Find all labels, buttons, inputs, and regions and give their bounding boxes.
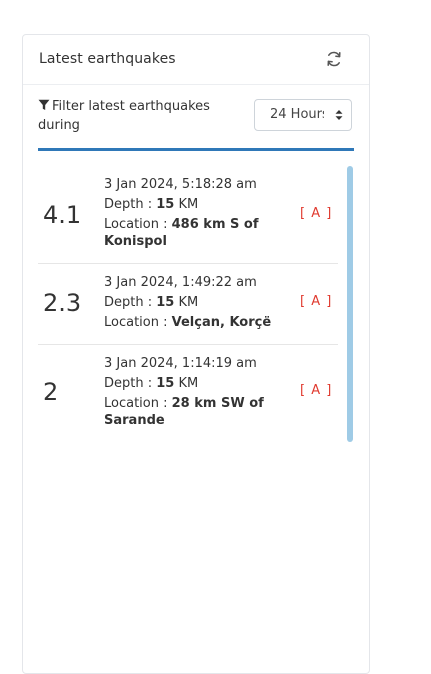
filter-divider [38, 148, 354, 151]
card-title: Latest earthquakes [39, 51, 176, 67]
depth-line: Depth : 15 KM [104, 293, 274, 313]
list-scrollbar[interactable] [347, 166, 353, 442]
depth-line: Depth : 15 KM [104, 374, 274, 394]
location-label: Location : [104, 315, 168, 330]
earthquake-details: 3 Jan 2024, 1:14:19 am Depth : 15 KM Loc… [104, 354, 274, 429]
earthquake-item[interactable]: 2 3 Jan 2024, 1:14:19 am Depth : 15 KM L… [38, 345, 338, 443]
datetime: 3 Jan 2024, 5:18:28 am [104, 177, 257, 192]
earthquake-details: 3 Jan 2024, 1:49:22 am Depth : 15 KM Loc… [104, 273, 274, 333]
location-label: Location : [104, 396, 168, 411]
location-line: Location : 28 km SW of Sarande [104, 395, 274, 429]
depth-label: Depth : [104, 376, 153, 391]
tag-link[interactable]: [ A ] [300, 383, 332, 398]
location-line: Location : Velçan, Korçë [104, 313, 274, 333]
depth-value: 15 [156, 376, 175, 391]
earthquake-item[interactable]: 2.3 3 Jan 2024, 1:49:22 am Depth : 15 KM… [38, 264, 338, 345]
refresh-icon[interactable] [324, 49, 344, 69]
depth-value: 15 [156, 295, 175, 310]
magnitude: 4.1 [43, 201, 82, 229]
earthquake-details: 3 Jan 2024, 5:18:28 am Depth : 15 KM Loc… [104, 175, 274, 250]
depth-value: 15 [156, 197, 175, 212]
card-header: Latest earthquakes [23, 35, 369, 85]
time-range-value: 24 Hours [270, 107, 324, 122]
filter-label: Filter latest earthquakes during [38, 99, 210, 133]
depth-line: Depth : 15 KM [104, 195, 274, 215]
filter-icon [38, 99, 50, 117]
earthquake-item[interactable]: 4.1 3 Jan 2024, 5:18:28 am Depth : 15 KM… [38, 166, 338, 264]
depth-unit: KM [178, 197, 199, 212]
depth-label: Depth : [104, 197, 153, 212]
tag-link[interactable]: [ A ] [300, 294, 332, 309]
filter-row: Filter latest earthquakes during 24 Hour… [38, 98, 354, 150]
magnitude: 2 [43, 378, 59, 406]
location-line: Location : 486 km S of Konispol [104, 216, 274, 250]
filter-label-wrap: Filter latest earthquakes during [38, 98, 238, 135]
scrollbar-thumb[interactable] [347, 166, 353, 442]
tag-link[interactable]: [ A ] [300, 206, 332, 221]
location-label: Location : [104, 217, 168, 232]
location-value: Velçan, Korçë [171, 315, 272, 330]
datetime: 3 Jan 2024, 1:49:22 am [104, 275, 257, 290]
earthquake-list: 4.1 3 Jan 2024, 5:18:28 am Depth : 15 KM… [38, 166, 338, 443]
depth-label: Depth : [104, 295, 153, 310]
depth-unit: KM [178, 376, 199, 391]
magnitude: 2.3 [43, 289, 82, 317]
datetime: 3 Jan 2024, 1:14:19 am [104, 356, 257, 371]
time-range-select[interactable]: 24 Hours [254, 99, 352, 131]
select-arrows-icon [335, 109, 343, 125]
depth-unit: KM [178, 295, 199, 310]
